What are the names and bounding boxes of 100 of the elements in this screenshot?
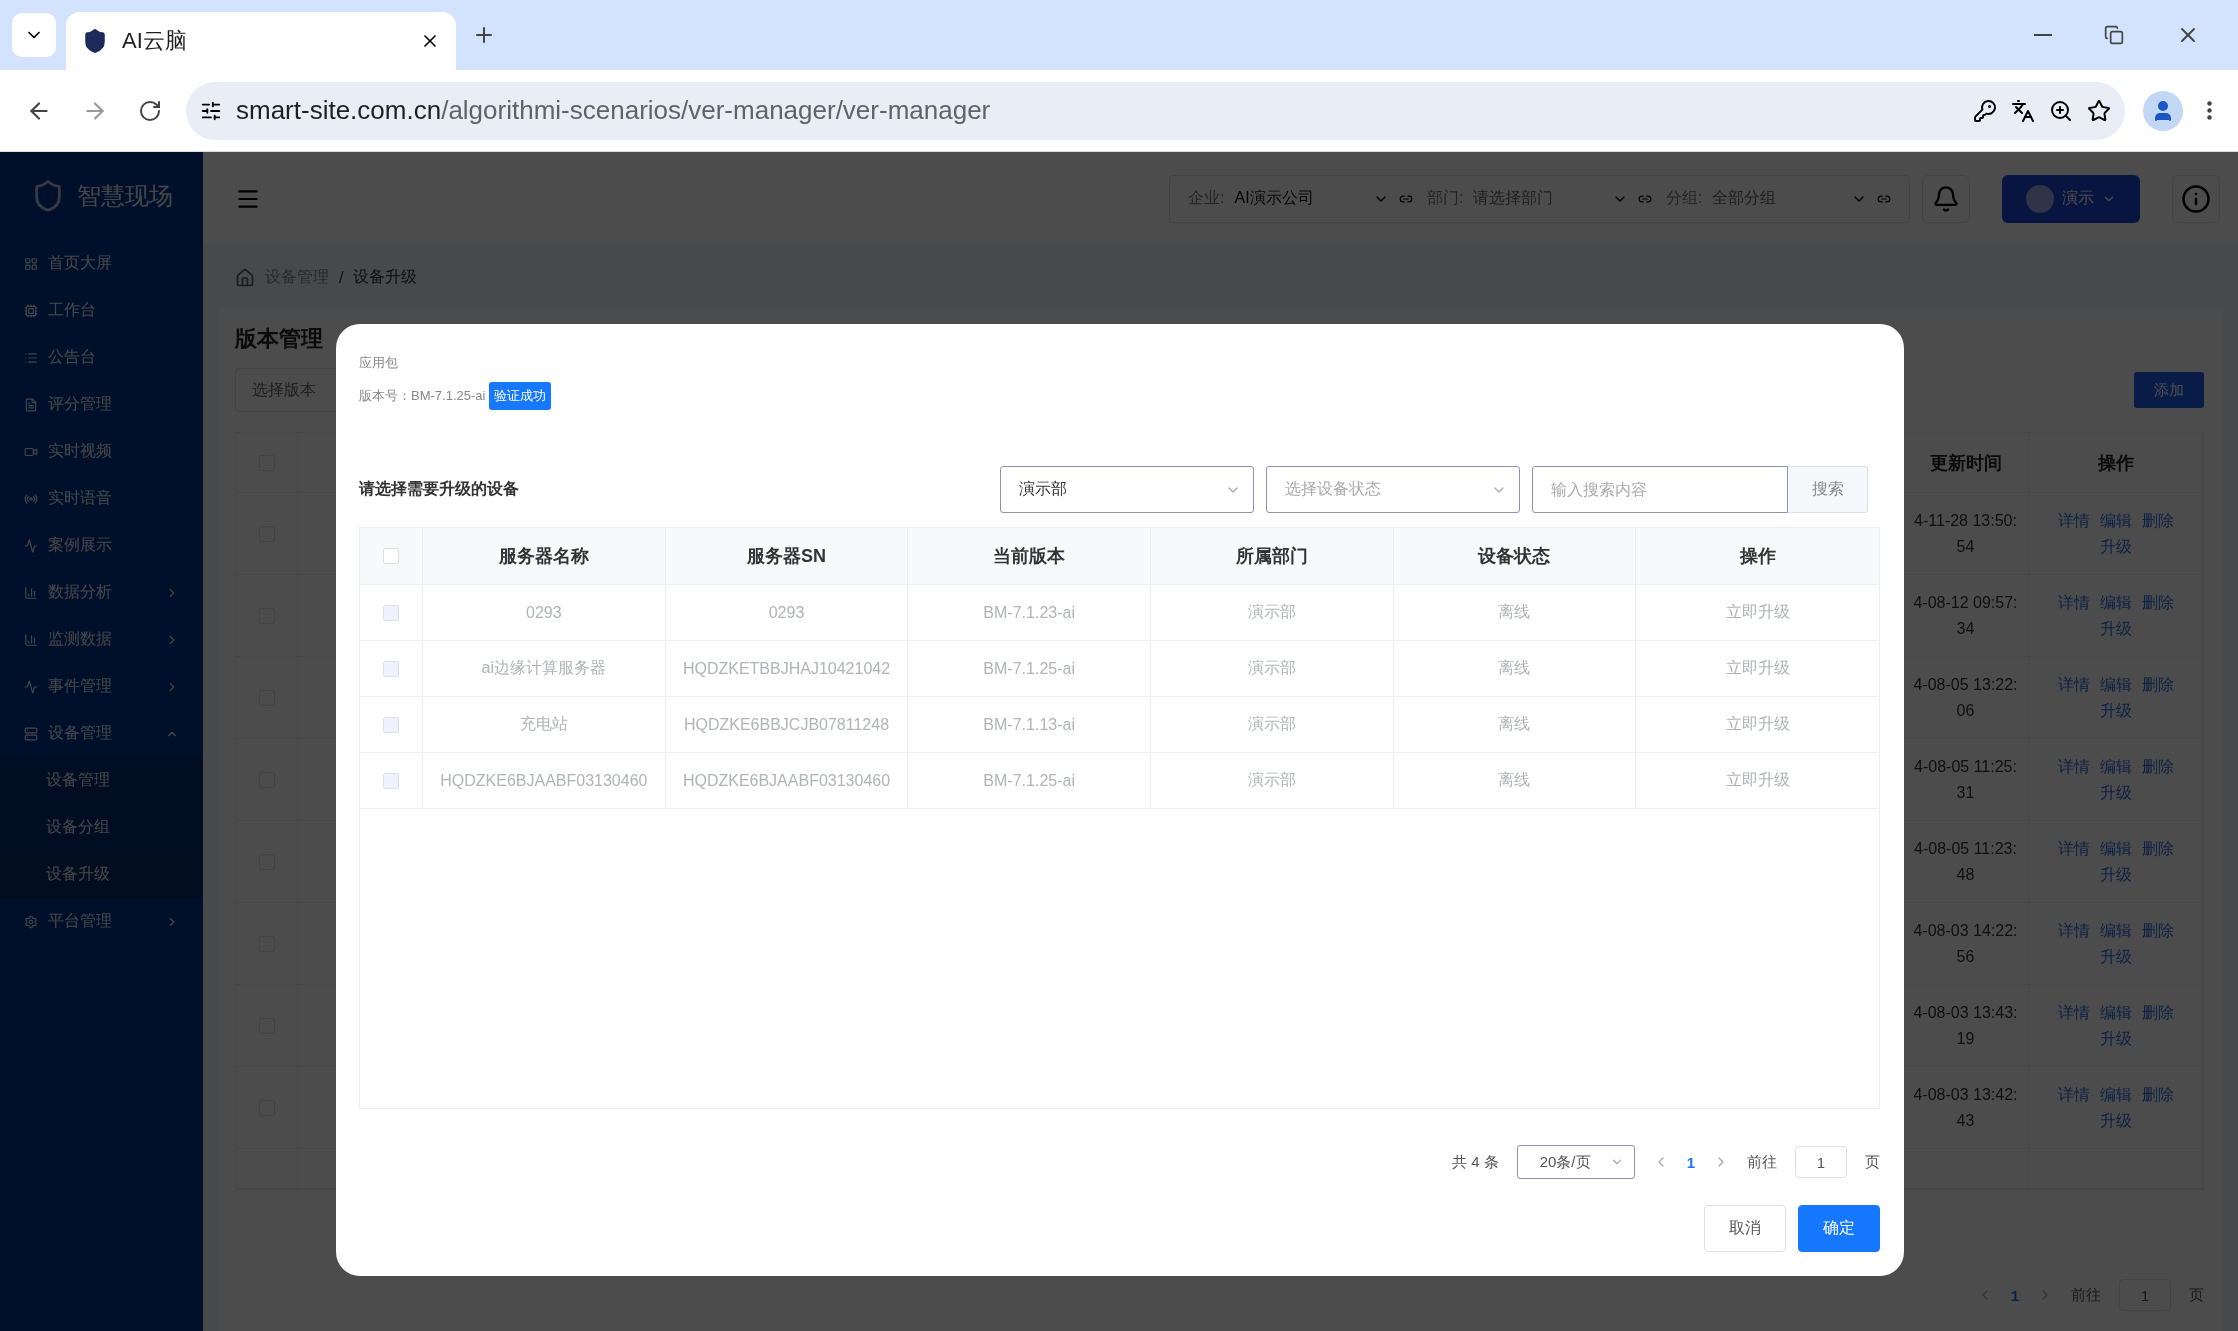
table-cell-text: 离线: [1498, 770, 1531, 790]
sidebar-item[interactable]: 实时视频: [0, 428, 203, 475]
action-link[interactable]: 编辑: [2099, 753, 2132, 780]
column-header: 当前版本: [993, 545, 1066, 568]
action-link[interactable]: 详情: [2057, 917, 2090, 944]
table-cell-text: 4-08-05 11:23:48: [1913, 838, 2018, 885]
sidebar-item[interactable]: 案例展示: [0, 522, 203, 569]
sidebar-item[interactable]: 监测数据: [0, 616, 203, 663]
action-link[interactable]: 编辑: [2099, 1081, 2132, 1108]
menu-item-icon: [24, 914, 38, 929]
select-all-checkbox[interactable]: [383, 548, 399, 564]
section-title: 请选择需要升级的设备: [359, 479, 520, 499]
confirm-button[interactable]: 确定: [1798, 1205, 1880, 1252]
department-select[interactable]: 演示部: [1000, 466, 1254, 513]
bell-icon: [1932, 184, 1960, 213]
action-link[interactable]: 升级: [2099, 615, 2132, 642]
table-cell: BM-7.1.13-ai: [983, 715, 1075, 734]
page-number[interactable]: 1: [2010, 1286, 2019, 1304]
action-link[interactable]: 详情: [2057, 1081, 2090, 1108]
menu-item-icon: [24, 397, 38, 412]
action-link[interactable]: 删除: [2141, 753, 2174, 780]
cancel-button[interactable]: 取消: [1704, 1205, 1786, 1252]
table-cell: HQDZKE6BJAABF03130460: [440, 771, 648, 790]
sidebar-item[interactable]: 数据分析: [0, 569, 203, 616]
action-link[interactable]: 升级: [2099, 861, 2132, 888]
action-link[interactable]: 删除: [2141, 835, 2174, 862]
table-cell: HQDZKE6BJAABF03130460: [682, 771, 891, 790]
table-cell: BM-7.1.25-ai: [983, 659, 1075, 678]
sidebar-item[interactable]: 首页大屏: [0, 240, 203, 287]
profile-avatar[interactable]: [2143, 90, 2183, 131]
key-icon[interactable]: [1973, 98, 1997, 123]
translate-icon[interactable]: [2011, 98, 2035, 123]
action-link[interactable]: 删除: [2141, 999, 2174, 1026]
breadcrumb-item: 设备升级: [353, 267, 418, 287]
search-field[interactable]: 输入搜索内容: [1532, 466, 1788, 513]
action-link[interactable]: 升级: [2099, 779, 2132, 806]
action-link[interactable]: 详情: [2057, 671, 2090, 698]
home-icon[interactable]: [235, 267, 255, 288]
column-header: 操作: [1739, 545, 1776, 568]
user-menu-button[interactable]: 演示: [2002, 174, 2140, 223]
sidebar-item[interactable]: 设备管理: [0, 710, 203, 757]
table-cell-text: 4-08-05 13:22:06: [1912, 674, 2019, 721]
info-icon: [2181, 183, 2211, 214]
browser-tab[interactable]: AI云脑: [66, 12, 456, 70]
more-icon: [2207, 101, 2212, 120]
filter-select[interactable]: AI演示公司: [1234, 188, 1363, 209]
action-link[interactable]: 编辑: [2099, 917, 2132, 944]
action-link[interactable]: 编辑: [2099, 671, 2132, 698]
table-cell-text: 4-08-03 13:43:19: [1912, 1002, 2019, 1049]
goto-label: 前往: [1747, 1152, 1777, 1172]
sidebar-subitem[interactable]: 设备分组: [0, 804, 203, 851]
sidebar-item[interactable]: 平台管理: [0, 898, 203, 945]
action-link[interactable]: 详情: [2057, 753, 2090, 780]
action-link[interactable]: 删除: [2141, 507, 2174, 534]
address-bar[interactable]: smart-site.com.cn/algorithmi-scenarios/ver-manager/ver-manager: [186, 81, 2125, 140]
menu-item-icon: [24, 256, 38, 271]
restore-icon: [2104, 25, 2124, 45]
reload-icon: [138, 98, 162, 123]
action-link[interactable]: 详情: [2057, 999, 2090, 1026]
action-link[interactable]: 详情: [2057, 589, 2090, 616]
action-link[interactable]: 升级: [2099, 697, 2132, 724]
status-select[interactable]: 选择设备状态: [1266, 466, 1520, 513]
action-link[interactable]: 编辑: [2099, 835, 2132, 862]
action-link[interactable]: 升级: [2099, 533, 2132, 560]
menu-item-icon: [24, 679, 38, 694]
sidebar-item[interactable]: 评分管理: [0, 381, 203, 428]
menu-item-icon: [24, 632, 38, 647]
app-logo-text: 智慧现场: [76, 181, 173, 211]
action-link[interactable]: 编辑: [2099, 589, 2132, 616]
page-size-select[interactable]: 20条/页: [1516, 1145, 1635, 1179]
sidebar-item[interactable]: 工作台: [0, 287, 203, 334]
notification-button[interactable]: [1922, 174, 1970, 223]
action-link[interactable]: 升级: [2099, 1025, 2132, 1052]
action-link[interactable]: 编辑: [2099, 507, 2132, 534]
tab-list-button[interactable]: [12, 13, 56, 57]
page-number[interactable]: 1: [1686, 1153, 1695, 1171]
table-cell-text: 4-08-03 13:42:43: [1912, 1084, 2019, 1131]
action-link[interactable]: 升级: [2099, 943, 2132, 970]
sidebar-item[interactable]: 实时语音: [0, 475, 203, 522]
action-link[interactable]: 删除: [2141, 1081, 2174, 1108]
site-settings-icon[interactable]: [200, 99, 222, 122]
bookmark-star-icon[interactable]: [2087, 98, 2111, 123]
sidebar-item[interactable]: 事件管理: [0, 663, 203, 710]
action-link[interactable]: 删除: [2141, 671, 2174, 698]
search-button[interactable]: 搜索: [1788, 466, 1868, 513]
add-button[interactable]: 添加: [2134, 372, 2204, 408]
zoom-icon[interactable]: [2049, 98, 2073, 123]
table-cell-text: ai边缘计算服务器: [481, 658, 607, 678]
table-cell: HQDZKETBBJHAJ10421042: [682, 659, 891, 678]
action-link[interactable]: 升级: [2099, 1107, 2132, 1134]
action-link[interactable]: 详情: [2057, 835, 2090, 862]
action-link[interactable]: 删除: [2141, 917, 2174, 944]
info-button[interactable]: [2172, 174, 2220, 223]
action-link[interactable]: 编辑: [2099, 999, 2132, 1026]
sidebar-subitem[interactable]: 设备管理: [0, 757, 203, 804]
menu-item-icon: [24, 726, 38, 741]
action-link[interactable]: 删除: [2141, 589, 2174, 616]
goto-page-field[interactable]: 1: [1795, 1146, 1847, 1178]
sidebar-item[interactable]: 公告台: [0, 334, 203, 381]
action-link[interactable]: 详情: [2057, 507, 2090, 534]
